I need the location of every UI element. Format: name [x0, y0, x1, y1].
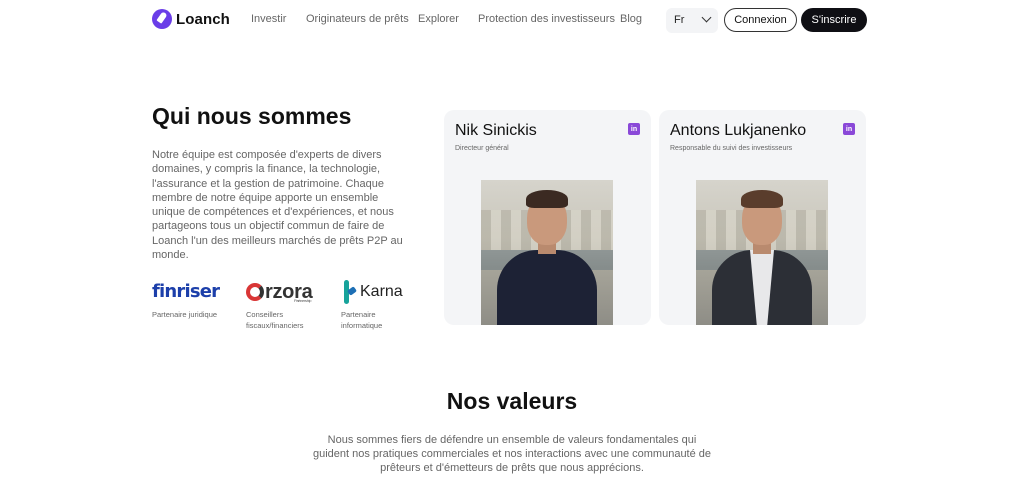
language-value: Fr [674, 14, 685, 26]
chevron-down-icon [701, 12, 712, 23]
team-member-photo [481, 180, 613, 325]
top-navigation: Loanch Investir Originateurs de prêts Ex… [0, 0, 1024, 40]
nav-link-originateurs[interactable]: Originateurs de prêts [306, 13, 409, 25]
partner-orzora[interactable]: rzora Partnership Conseillers fiscaux/fi… [246, 280, 326, 331]
nav-link-blog[interactable]: Blog [620, 13, 642, 25]
orzora-logo: rzora Partnership [246, 280, 326, 304]
team-member-photo [696, 180, 828, 325]
nav-link-protection[interactable]: Protection des investisseurs [478, 13, 615, 25]
orzora-o-icon [246, 283, 264, 301]
partner-label: Conseillers fiscaux/financiers [246, 310, 304, 330]
nav-link-explorer[interactable]: Explorer [418, 13, 459, 25]
linkedin-icon[interactable]: in [843, 123, 855, 135]
logo[interactable]: Loanch [152, 9, 230, 29]
values-title: Nos valeurs [446, 388, 578, 414]
partner-finriser[interactable]: finriser Partenaire juridique [152, 280, 220, 321]
finriser-logo: finriser [152, 281, 220, 302]
linkedin-icon[interactable]: in [628, 123, 640, 135]
team-card-nik: Nik Sinickis Directeur général in [444, 110, 651, 325]
orzora-logo-sub: Partnership [294, 298, 312, 303]
signup-button[interactable]: S'inscrire [801, 8, 867, 32]
team-card-antons: Antons Lukjanenko Responsable du suivi d… [659, 110, 866, 325]
team-member-name: Antons Lukjanenko [670, 122, 807, 139]
karna-mark-icon [341, 280, 357, 304]
team-member-role: Directeur général [455, 145, 509, 152]
partner-label: Partenaire juridique [152, 310, 218, 319]
team-member-name: Nik Sinickis [455, 122, 537, 139]
logo-text: Loanch [176, 10, 230, 28]
partner-karna[interactable]: Karna Partenaire informatique [341, 280, 411, 331]
login-button[interactable]: Connexion [724, 8, 797, 32]
about-description: Notre équipe est composée d'experts de d… [152, 149, 403, 262]
nav-link-investir[interactable]: Investir [251, 13, 286, 25]
rocket-icon [152, 9, 172, 29]
team-member-role: Responsable du suivi des investisseurs [670, 145, 793, 152]
values-description: Nous sommes fiers de défendre un ensembl… [312, 434, 712, 474]
about-title: Qui nous sommes [152, 103, 352, 129]
partner-label: Partenaire informatique [341, 310, 383, 330]
karna-logo: Karna [341, 280, 411, 304]
language-select[interactable]: Fr [666, 8, 718, 33]
karna-logo-text: Karna [360, 283, 403, 300]
